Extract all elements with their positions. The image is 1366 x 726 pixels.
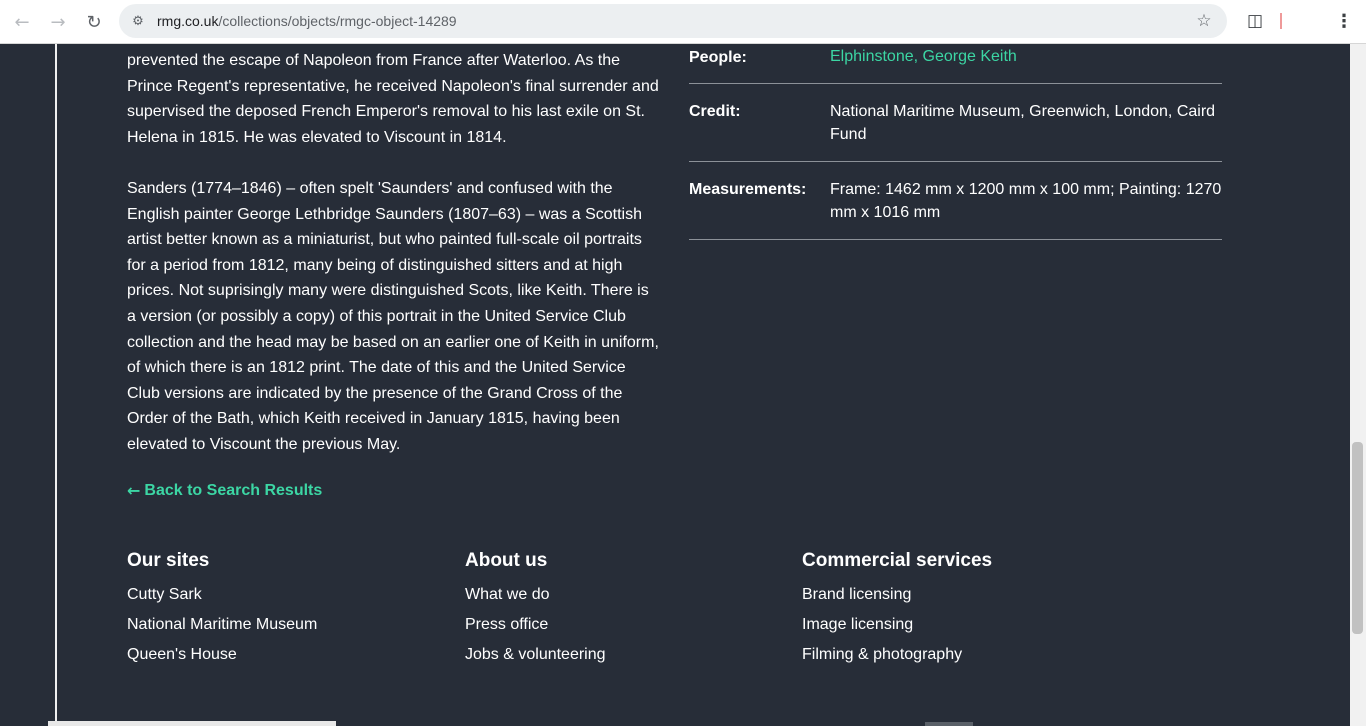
footer-link[interactable]: National Maritime Museum bbox=[127, 610, 427, 640]
footer-link[interactable]: Filming & photography bbox=[802, 640, 1102, 670]
footer-link[interactable]: Jobs & volunteering bbox=[465, 640, 765, 670]
url-host: rmg.co.uk bbox=[157, 13, 219, 29]
footer-link[interactable]: What we do bbox=[465, 580, 765, 610]
detail-label-credit: Credit: bbox=[689, 103, 741, 120]
footer-heading: Our sites bbox=[127, 550, 210, 571]
url-path: /collections/objects/rmgc-object-14289 bbox=[218, 13, 457, 29]
credit-value: National Maritime Museum, Greenwich, Lon… bbox=[830, 103, 1216, 143]
description-paragraph: Sanders (1774–1846) – often spelt 'Saund… bbox=[127, 180, 659, 453]
people-link[interactable]: Elphinstone, George Keith bbox=[830, 48, 1017, 65]
footer-link[interactable]: Cutty Sark bbox=[127, 580, 427, 610]
description-paragraph: prevented the escape of Napoleon from Fr… bbox=[127, 52, 659, 146]
arrow-right-icon[interactable]: → bbox=[44, 8, 72, 36]
footer-commercial-services: Commercial services Brand licensing Imag… bbox=[802, 550, 1102, 670]
reload-icon[interactable]: ↻ bbox=[80, 8, 108, 36]
footer-link[interactable]: Image licensing bbox=[802, 610, 1102, 640]
back-link-label: Back to Search Results bbox=[144, 481, 323, 499]
site-info-icon[interactable]: ⚙ bbox=[127, 11, 149, 31]
detail-label: People: bbox=[689, 49, 747, 66]
detail-label-measurements: Measurements: bbox=[689, 181, 807, 198]
footer-link[interactable]: Queen's House bbox=[127, 640, 427, 670]
browser-toolbar: ← → ↻ ⚙ rmg.co.uk/collections/objects/rm… bbox=[0, 0, 1366, 44]
profile-indicator bbox=[1280, 13, 1282, 29]
footer-about-us: About us What we do Press office Jobs & … bbox=[465, 550, 765, 670]
address-bar[interactable]: ⚙ rmg.co.uk/collections/objects/rmgc-obj… bbox=[119, 4, 1227, 38]
scrollbar-thumb[interactable] bbox=[1352, 442, 1363, 634]
footer-our-sites: Our sites Cutty Sark National Maritime M… bbox=[127, 550, 427, 670]
back-to-search-link[interactable]: ← Back to Search Results bbox=[127, 481, 322, 500]
puzzle-icon[interactable]: ◫ bbox=[1243, 9, 1267, 33]
kebab-menu-icon[interactable]: ⋮ bbox=[1332, 9, 1356, 33]
page-left-border bbox=[55, 44, 57, 726]
arrow-left-icon: ← bbox=[127, 481, 141, 500]
vertical-scrollbar[interactable] bbox=[1350, 44, 1366, 726]
horizontal-scrollbar[interactable] bbox=[48, 721, 336, 726]
url-text[interactable]: rmg.co.uk/collections/objects/rmgc-objec… bbox=[157, 13, 457, 29]
star-icon[interactable]: ☆ bbox=[1193, 10, 1215, 32]
footer-heading: About us bbox=[465, 550, 548, 571]
footer-link[interactable]: Press office bbox=[465, 610, 765, 640]
footer-heading: Commercial services bbox=[802, 550, 993, 571]
arrow-left-icon[interactable]: ← bbox=[8, 8, 36, 36]
measurements-value: Frame: 1462 mm x 1200 mm x 100 mm; Paint… bbox=[830, 181, 1222, 221]
detail-row-people: People: Elphinstone, George Keith bbox=[689, 44, 1222, 84]
footer-link[interactable]: Brand licensing bbox=[802, 580, 1102, 610]
horizontal-scrollbar-thumb[interactable] bbox=[925, 722, 973, 726]
